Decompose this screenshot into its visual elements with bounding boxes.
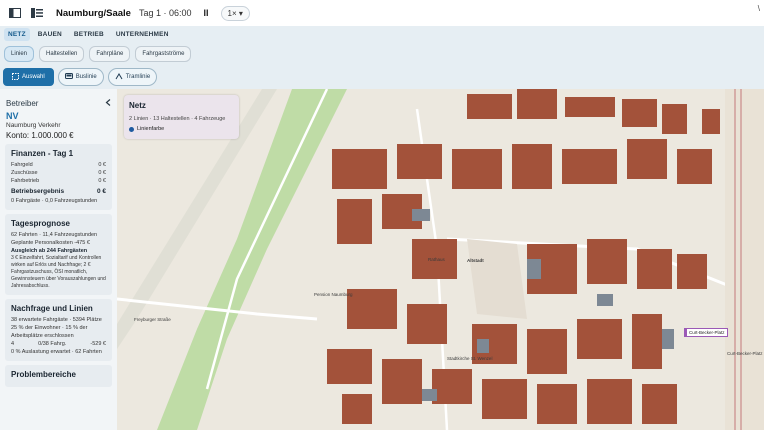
demand-passengers: 38 erwartete Fahrgäste · 5394 Plätze [11,317,102,323]
problems-title: Problembereiche [11,370,76,379]
tram-line-label: Tramlinie [125,74,151,80]
finance-row: Fahrgeld 0 € [11,162,106,168]
top-bar: Naumburg/Saale Tag 1 · 06:00 II 1× ▾ \ [0,0,764,27]
operator-name: Naumburg Verkehr [6,122,61,129]
day-time: Tag 1 · 06:00 [138,8,192,18]
corner-mark: \ [757,4,760,13]
subtab-haltestellen[interactable]: Haltestellen [39,46,85,62]
finance-title: Finanzen - Tag 1 [11,149,74,158]
sub-nav: Linien Haltestellen Fahrpläne Fahrgastst… [0,43,764,65]
bus-line-label: Buslinie [75,74,97,80]
finance-card: Finanzen - Tag 1 Fahrgeld 0 € Zuschüsse 0 … [5,144,112,210]
forecast-trips: 62 Fahrten · 11,4 Fahrzeugstunden [11,232,98,238]
network-summary: 2 Linien · 13 Haltestellen · 4 Fahrzeuge [129,116,226,122]
tab-unternehmen[interactable]: UNTERNEHMEN [112,28,173,41]
tab-bauen[interactable]: BAUEN [34,28,66,41]
forecast-costs: Geplante Personalkosten -475 € [11,240,90,246]
subtab-fahrgaststroeme[interactable]: Fahrgastströme [135,46,192,62]
map-label-street: Freyburger Straße [134,317,171,322]
sidebar-title: Betreiber [6,99,39,108]
collapse-chevron-icon[interactable] [105,99,111,108]
pause-button[interactable]: II [204,8,209,18]
network-title: Netz [129,101,146,110]
select-tool-button[interactable]: Auswahl [3,68,54,86]
menu-icon[interactable] [30,6,44,20]
tab-netz[interactable]: NETZ [4,28,30,41]
sidebar-toggle-icon[interactable] [8,6,22,20]
demand-utilisation: 0 % Auslastung erwartet · 62 Fahrten [11,349,102,355]
operator-sidebar: Betreiber NV Naumburg Verkehr Konto: 1.0… [0,89,118,430]
legend-label: Linienfarbe [137,126,165,132]
finance-note: 0 Fahrgäste · 0,0 Fahrzeugstunden [11,198,98,204]
line-row[interactable]: 4 0/38 Fahrg. -529 € [11,340,106,348]
tram-icon [115,72,123,82]
city-map[interactable]: Altstadt Freyburger Straße Pension Naumb… [117,89,764,430]
legend-line-color: Linienfarbe [129,126,164,132]
tram-line-button[interactable]: Tramlinie [107,68,158,86]
map-label-rathaus: Rathaus [428,257,445,262]
map-label-church: Stadtkirche St. Wenzel [447,356,493,361]
tab-betrieb[interactable]: BETRIEB [70,28,108,41]
subtab-linien[interactable]: Linien [4,46,35,62]
line-color-dot [129,126,134,132]
main-nav: NETZ BAUEN BETRIEB UNTERNEHMEN [0,26,764,43]
speed-select[interactable]: 1× ▾ [220,5,250,21]
select-icon [12,72,19,82]
map-label-altstadt: Altstadt [467,258,484,263]
network-panel: Netz 2 Linien · 13 Haltestellen · 4 Fahr… [124,95,239,139]
finance-row: Zuschüsse 0 € [11,170,106,176]
demand-title: Nachfrage und Linien [11,304,93,313]
operator-code: NV [6,111,19,121]
select-tool-label: Auswahl [22,74,45,80]
finance-row: Fahrbetrieb 0 € [11,178,106,184]
forecast-card: Tagesprognose 62 Fahrten · 11,4 Fahrzeug… [5,214,112,295]
rail-corridor [725,89,764,430]
problems-card: Problembereiche [5,365,112,387]
forecast-note: 3 € Einzelfahrt, Sozialtarif und Kontrol… [11,255,106,289]
map-label-pension: Pension Naumburg [314,292,353,297]
forecast-title: Tagesprognose [11,219,70,228]
tool-bar: Auswahl Buslinie Tramlinie [0,65,764,89]
bus-line-button[interactable]: Buslinie [57,68,104,86]
forecast-breakeven: Ausgleich ab 244 Fahrgästen [11,248,88,254]
operating-result: Betriebsergebnis 0 € [11,188,106,195]
demand-coverage: 25 % der Einwohner · 15 % der Arbeitsplä… [11,325,88,339]
account-balance: Konto: 1.000.000 € [6,131,74,140]
city-title: Naumburg/Saale [56,7,131,19]
map-label-square: Curt-Becker-Platz [727,351,763,356]
subtab-fahrplaene[interactable]: Fahrpläne [89,46,131,62]
bus-icon [64,72,73,82]
station-marker[interactable]: Curt-Becker-Platz [684,328,728,337]
demand-card: Nachfrage und Linien 38 erwartete Fahrgä… [5,299,112,361]
